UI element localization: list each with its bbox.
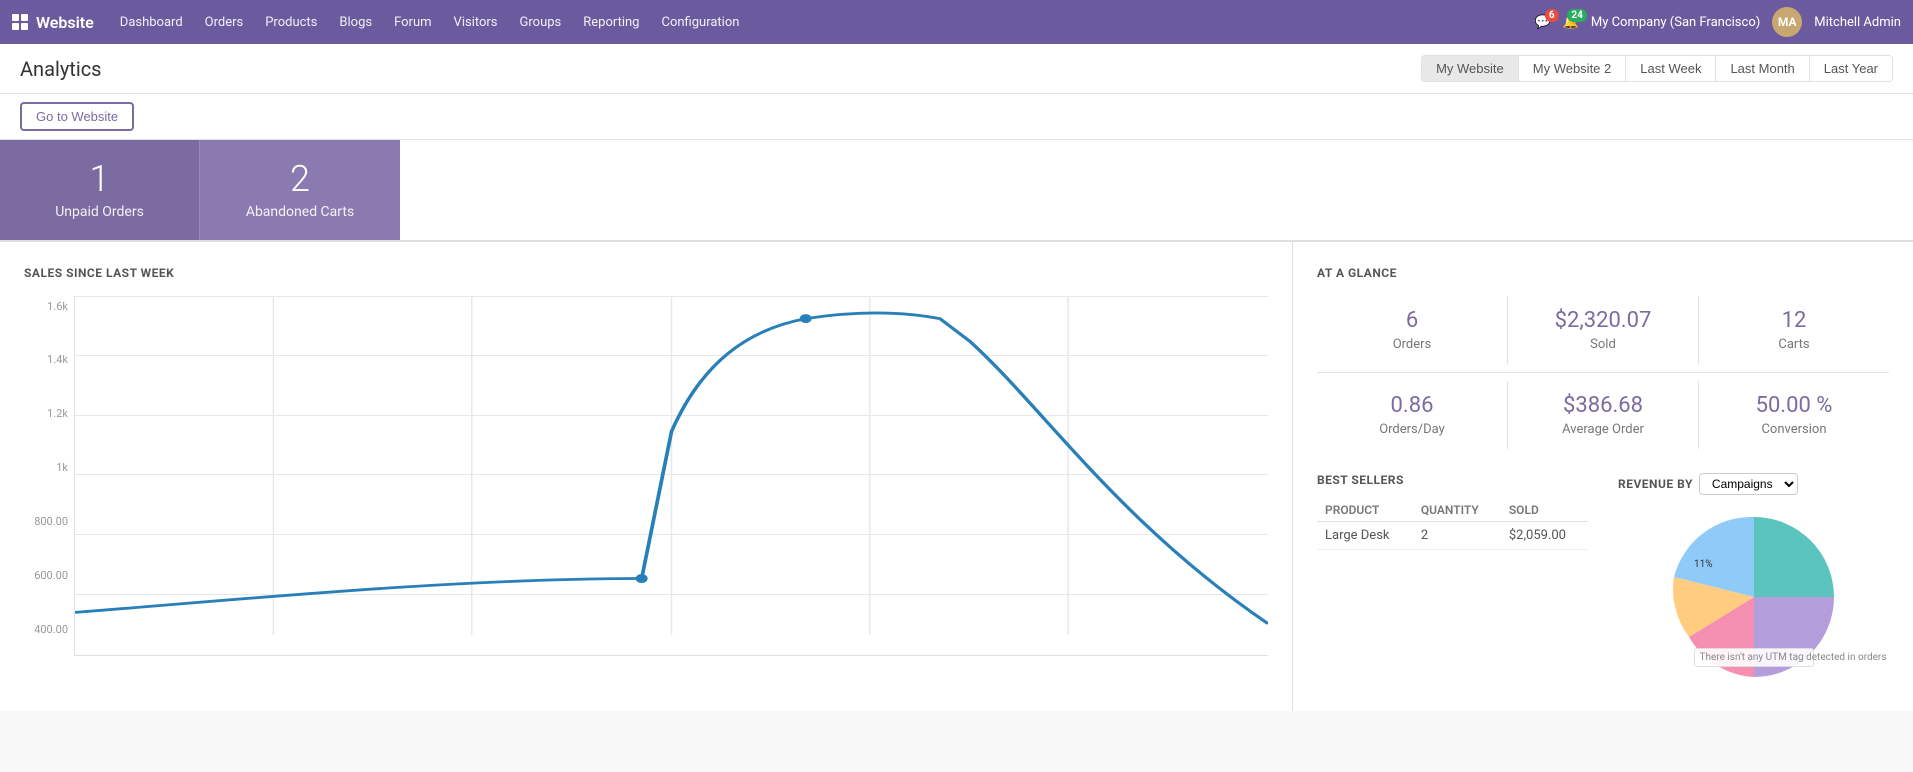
main-content: SALES SINCE LAST WEEK 1.6k 1.4k 1.2k 1k … (0, 242, 1913, 711)
menu-visitors[interactable]: Visitors (444, 11, 508, 34)
revenue-by-title: REVENUE BY (1618, 477, 1693, 491)
nav-right: 💬 6 🔔 24 My Company (San Francisco) MA M… (1534, 7, 1901, 37)
grid-icon (12, 14, 28, 30)
y-label-0: 1.6k (24, 300, 74, 313)
revenue-by: REVENUE BY Campaigns (1618, 473, 1889, 687)
revenue-by-dropdown[interactable]: Campaigns (1699, 473, 1798, 495)
metric-sold-key: Sold (1528, 337, 1678, 352)
metric-sold: $2,320.07 Sold (1508, 296, 1698, 364)
stats-row: 1 Unpaid Orders 2 Abandoned Carts (0, 140, 1913, 242)
user-name: Mitchell Admin (1814, 15, 1901, 30)
sales-chart-panel: SALES SINCE LAST WEEK 1.6k 1.4k 1.2k 1k … (0, 242, 1293, 711)
metric-carts-key: Carts (1719, 337, 1869, 352)
svg-text:11%: 11% (1694, 559, 1713, 570)
filter-group: My Website My Website 2 Last Week Last M… (1422, 55, 1893, 82)
unpaid-orders-number: 1 (30, 160, 169, 200)
col-product: PRODUCT (1317, 499, 1413, 522)
col-sold: SOLD (1501, 499, 1588, 522)
metric-conversion: 50.00 % Conversion (1699, 381, 1889, 449)
action-bar: Go to Website (0, 94, 1913, 140)
y-label-2: 1.2k (24, 407, 74, 420)
menu-blogs[interactable]: Blogs (329, 11, 382, 34)
metric-orders-key: Orders (1337, 337, 1487, 352)
filter-my-website-2[interactable]: My Website 2 (1518, 55, 1627, 82)
menu-groups[interactable]: Groups (510, 11, 572, 34)
best-sellers-section: BEST SELLERS PRODUCT QUANTITY SOLD Large… (1317, 473, 1889, 687)
filter-last-week[interactable]: Last Week (1625, 55, 1716, 82)
best-sellers-header: BEST SELLERS (1317, 473, 1588, 487)
chart-area: 1.6k 1.4k 1.2k 1k 800.00 600.00 400.00 (24, 296, 1268, 656)
revenue-by-label: REVENUE BY Campaigns (1618, 473, 1798, 495)
chart-y-axis: 1.6k 1.4k 1.2k 1k 800.00 600.00 400.00 (24, 296, 74, 656)
main-menu: Dashboard Orders Products Blogs Forum Vi… (110, 11, 1535, 34)
avatar[interactable]: MA (1772, 7, 1802, 37)
sales-chart-title: SALES SINCE LAST WEEK (24, 266, 1268, 280)
metric-orders-day-value: 0.86 (1337, 393, 1487, 418)
chat-notification[interactable]: 💬 6 (1534, 15, 1550, 30)
menu-dashboard[interactable]: Dashboard (110, 11, 193, 34)
glance-title: AT A GLANCE (1317, 266, 1889, 280)
filter-last-month[interactable]: Last Month (1715, 55, 1809, 82)
product-sold: $2,059.00 (1501, 521, 1588, 549)
metric-conversion-value: 50.00 % (1719, 393, 1869, 418)
menu-forum[interactable]: Forum (384, 11, 441, 34)
pie-note: There isn't any UTM tag detected in orde… (1694, 648, 1814, 667)
row-divider (1317, 372, 1889, 373)
chart-svg (75, 296, 1268, 635)
col-quantity: QUANTITY (1413, 499, 1501, 522)
unpaid-orders-label: Unpaid Orders (30, 204, 169, 220)
page-title: Analytics (20, 57, 102, 81)
best-sellers: BEST SELLERS PRODUCT QUANTITY SOLD Large… (1317, 473, 1588, 687)
filter-my-website[interactable]: My Website (1421, 55, 1519, 82)
y-label-1: 1.4k (24, 353, 74, 366)
metric-sold-value: $2,320.07 (1528, 308, 1678, 333)
metric-orders-day-key: Orders/Day (1337, 422, 1487, 437)
best-sellers-title: BEST SELLERS (1317, 473, 1404, 487)
metric-carts-value: 12 (1719, 308, 1869, 333)
abandoned-carts-label: Abandoned Carts (230, 204, 370, 220)
metric-avg-order-key: Average Order (1528, 422, 1678, 437)
metric-conversion-key: Conversion (1719, 422, 1869, 437)
metric-orders: 6 Orders (1317, 296, 1507, 364)
metric-orders-value: 6 (1337, 308, 1487, 333)
glance-metrics: 6 Orders $2,320.07 Sold 12 Carts 0.86 Or… (1317, 296, 1889, 449)
chat-badge: 6 (1545, 9, 1559, 22)
y-label-6: 400.00 (24, 623, 74, 636)
menu-products[interactable]: Products (255, 11, 327, 34)
stat-abandoned-carts[interactable]: 2 Abandoned Carts (200, 140, 400, 240)
app-logo[interactable]: Website (12, 13, 94, 32)
bell-badge: 24 (1567, 9, 1586, 22)
goto-website-button[interactable]: Go to Website (20, 102, 134, 131)
bell-notification[interactable]: 🔔 24 (1563, 15, 1579, 30)
product-name: Large Desk (1317, 521, 1413, 549)
y-label-4: 800.00 (24, 515, 74, 528)
menu-orders[interactable]: Orders (195, 11, 254, 34)
app-title: Website (36, 13, 94, 32)
menu-reporting[interactable]: Reporting (573, 11, 649, 34)
abandoned-carts-number: 2 (230, 160, 370, 200)
metric-carts: 12 Carts (1699, 296, 1889, 364)
top-navigation: Website Dashboard Orders Products Blogs … (0, 0, 1913, 44)
company-name: My Company (San Francisco) (1591, 15, 1760, 30)
y-label-3: 1k (24, 461, 74, 474)
revenue-by-header: REVENUE BY Campaigns (1618, 473, 1889, 495)
y-label-5: 600.00 (24, 569, 74, 582)
subheader: Analytics My Website My Website 2 Last W… (0, 44, 1913, 94)
best-sellers-table: PRODUCT QUANTITY SOLD Large Desk 2 $2,05… (1317, 499, 1588, 550)
menu-configuration[interactable]: Configuration (651, 11, 749, 34)
metric-orders-day: 0.86 Orders/Day (1317, 381, 1507, 449)
product-quantity: 2 (1413, 521, 1501, 549)
metric-avg-order: $386.68 Average Order (1508, 381, 1698, 449)
metric-avg-order-value: $386.68 (1528, 393, 1678, 418)
glance-panel: AT A GLANCE 6 Orders $2,320.07 Sold 12 C… (1293, 242, 1913, 711)
pie-chart: 11% There isn't any UTM tag detected in … (1664, 507, 1844, 687)
filter-last-year[interactable]: Last Year (1809, 55, 1893, 82)
stat-unpaid-orders[interactable]: 1 Unpaid Orders (0, 140, 200, 240)
table-row: Large Desk 2 $2,059.00 (1317, 521, 1588, 549)
chart-body (74, 296, 1268, 656)
